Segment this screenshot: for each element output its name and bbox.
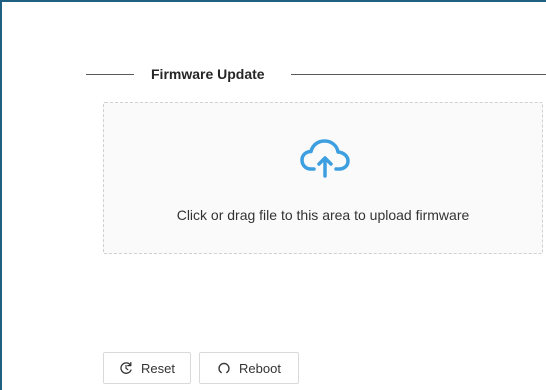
reset-button-label: Reset xyxy=(141,360,175,376)
firmware-panel: Firmware Update Click or drag file to th… xyxy=(0,0,546,390)
reset-icon xyxy=(120,361,132,374)
reboot-icon xyxy=(218,362,230,374)
reboot-button-label: Reboot xyxy=(239,360,281,376)
section-title: Firmware Update xyxy=(151,66,265,82)
firmware-upload-dropzone[interactable]: Click or drag file to this area to uploa… xyxy=(103,102,543,254)
divider-line-right xyxy=(291,74,546,75)
divider-line-left xyxy=(86,74,134,75)
reboot-button[interactable]: Reboot xyxy=(199,352,299,384)
cloud-upload-icon xyxy=(300,139,350,178)
section-divider: Firmware Update xyxy=(86,64,546,86)
upload-hint-text: Click or drag file to this area to uploa… xyxy=(176,207,470,223)
reset-button[interactable]: Reset xyxy=(103,352,191,384)
